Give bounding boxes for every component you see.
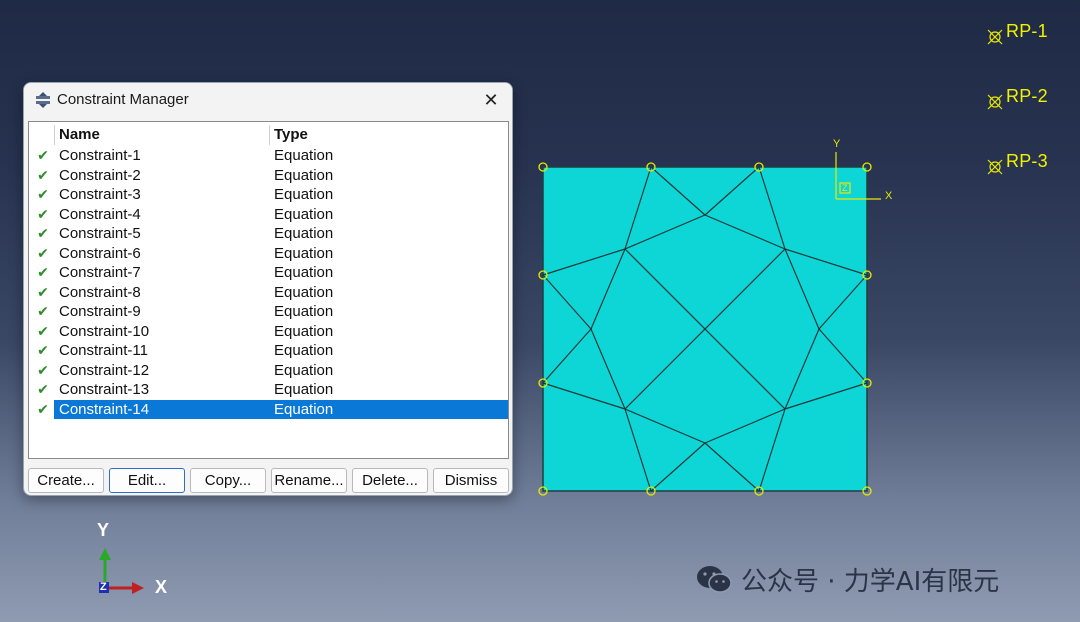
global-triad-z-label: Z [100,581,107,593]
constraint-type: Equation [274,166,334,184]
checkmark-icon[interactable]: ✔ [35,263,51,282]
checkmark-icon[interactable]: ✔ [35,224,51,243]
dialog-title: Constraint Manager [57,91,189,108]
checkmark-icon[interactable]: ✔ [35,380,51,399]
constraint-row[interactable]: ✔ Constraint-2 Equation [29,166,508,186]
constraint-row[interactable]: ✔ Constraint-5 Equation [29,224,508,244]
constraint-type: Equation [274,303,334,320]
constraint-type: Equation [274,381,334,398]
checkmark-icon[interactable]: ✔ [35,400,51,419]
constraint-name: Constraint-5 [59,225,141,242]
local-triad-x-label: X [885,190,893,202]
constraint-name: Constraint-4 [59,205,141,223]
rp-2-label: RP-2 [1006,86,1048,106]
global-triad-x-label: X [155,577,168,597]
constraint-row[interactable]: ✔ Constraint-10 Equation [29,322,508,342]
constraint-row[interactable]: ✔ Constraint-6 Equation [29,244,508,264]
constraint-row[interactable]: ✔ Constraint-13 Equation [29,380,508,400]
column-header-name[interactable]: Name [59,126,100,143]
checkmark-icon[interactable]: ✔ [35,302,51,321]
header-divider[interactable] [269,125,270,145]
rename-button[interactable]: Rename... [271,468,347,493]
rp-1-label: RP-1 [1006,21,1048,41]
constraint-rows: ✔ Constraint-1 Equation ✔ Constraint-2 Equati… [29,146,508,419]
checkmark-icon[interactable]: ✔ [35,361,51,380]
rp-markers[interactable] [987,29,1003,175]
constraint-type: Equation [274,186,334,203]
checkmark-icon[interactable]: ✔ [35,146,51,165]
rp-2-marker [987,94,1003,110]
constraint-manager-dialog[interactable]: Constraint Manager ✕ Name Type ✔ Constrai… [23,82,513,496]
constraint-name: Constraint-8 [59,283,141,301]
watermark: 公众号 · 力学AI有限元 [695,562,1000,597]
constraint-name: Constraint-1 [59,147,141,164]
checkmark-icon[interactable]: ✔ [35,244,51,263]
close-icon[interactable]: ✕ [483,90,498,110]
dismiss-button[interactable]: Dismiss [433,468,509,493]
constraint-name: Constraint-6 [59,244,141,262]
constraint-type: Equation [274,400,334,418]
constraint-row[interactable]: ✔ Constraint-11 Equation [29,341,508,361]
local-triad-z-label: Z [842,183,848,193]
checkmark-icon[interactable]: ✔ [35,166,51,185]
constraint-name: Constraint-10 [59,322,150,340]
constraint-type: Equation [274,342,334,359]
constraint-name: Constraint-11 [59,342,148,359]
constraint-name: Constraint-7 [59,264,141,281]
constraint-row[interactable]: ✔ Constraint-9 Equation [29,302,508,322]
dialog-button-bar: Create... Edit... Copy... Rename... Dele… [28,468,510,493]
constraint-name: Constraint-13 [59,381,150,398]
constraint-type: Equation [274,225,334,242]
header-divider[interactable] [54,125,55,145]
dialog-titlebar[interactable]: Constraint Manager ✕ [24,83,512,117]
rp-3-label: RP-3 [1006,151,1048,171]
checkmark-icon[interactable]: ✔ [35,341,51,360]
constraint-row[interactable]: ✔ Constraint-4 Equation [29,205,508,225]
edit-button[interactable]: Edit... [109,468,185,493]
constraint-name: Constraint-3 [59,186,141,203]
constraint-manager-icon [36,92,50,108]
checkmark-icon[interactable]: ✔ [35,185,51,204]
column-header-type[interactable]: Type [274,126,308,143]
constraint-type: Equation [274,147,334,164]
constraint-row[interactable]: ✔ Constraint-3 Equation [29,185,508,205]
create-button[interactable]: Create... [28,468,104,493]
wechat-icon [697,566,732,593]
constraint-name: Constraint-14 [59,400,150,418]
part-mesh[interactable] [538,162,872,496]
constraint-type: Equation [274,283,334,301]
constraint-row[interactable]: ✔ Constraint-8 Equation [29,283,508,303]
delete-button[interactable]: Delete... [352,468,428,493]
global-triad-y-label: Y [97,520,110,540]
constraint-name: Constraint-12 [59,361,150,379]
rp-1-marker [987,29,1003,45]
constraint-row[interactable]: ✔ Constraint-14 Equation [29,399,508,419]
constraint-row[interactable]: ✔ Constraint-7 Equation [29,263,508,283]
constraint-name: Constraint-2 [59,166,141,184]
checkmark-icon[interactable]: ✔ [35,322,51,341]
constraint-type: Equation [274,264,334,281]
watermark-text: 公众号 · 力学AI有限元 [741,566,1000,597]
rp-3-marker [987,159,1003,175]
copy-button[interactable]: Copy... [190,468,266,493]
local-triad-y-label: Y [833,138,841,150]
constraint-list[interactable]: Name Type ✔ Constraint-1 Equation ✔ Constrai… [28,121,509,459]
checkmark-icon[interactable]: ✔ [35,283,51,302]
close-button[interactable]: ✕ [480,89,502,111]
constraint-name: Constraint-9 [59,303,141,320]
checkmark-icon[interactable]: ✔ [35,205,51,224]
constraint-type: Equation [274,322,334,340]
constraint-type: Equation [274,205,334,223]
constraint-type: Equation [274,361,334,379]
constraint-type: Equation [274,244,334,262]
constraint-row[interactable]: ✔ Constraint-12 Equation [29,361,508,381]
constraint-row[interactable]: ✔ Constraint-1 Equation [29,146,508,166]
